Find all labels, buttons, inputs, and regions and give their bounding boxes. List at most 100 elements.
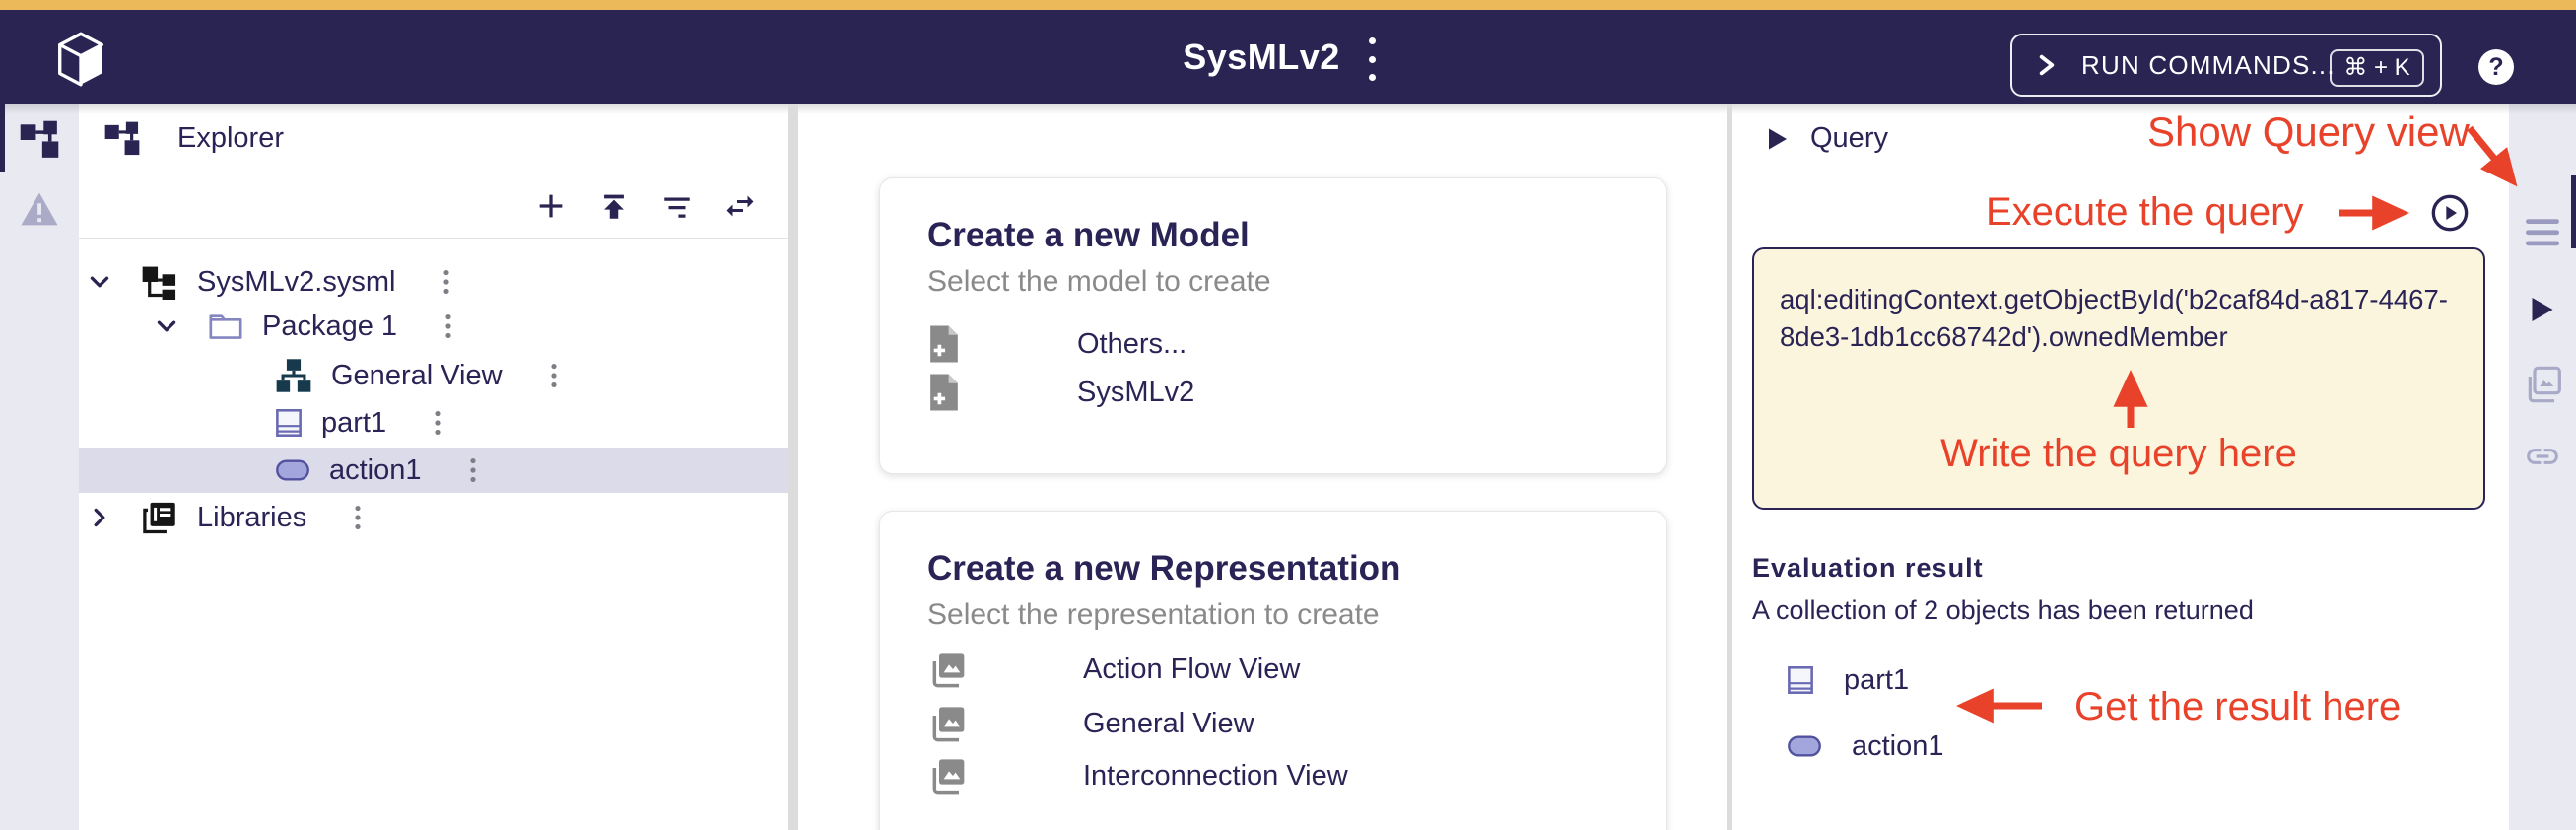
tree-item-label: part1	[321, 407, 386, 440]
model-option-sysmlv2[interactable]: SysMLv2	[927, 368, 1627, 417]
run-commands-button[interactable]: RUN COMMANDS... ⌘ + K	[2010, 34, 2442, 97]
sirius-web-logo[interactable]	[55, 32, 106, 87]
model-option-label: Others...	[1077, 328, 1186, 361]
action-icon	[1788, 735, 1821, 757]
tree-item-kebab-icon[interactable]	[444, 313, 452, 339]
tree-item-label: SysMLv2.sysml	[197, 266, 395, 299]
representation-option-action-flow-view[interactable]: Action Flow View	[927, 645, 1627, 694]
query-panel-title: Query	[1810, 122, 1888, 155]
evaluation-result-label: Evaluation result	[1752, 553, 1984, 584]
representation-icon	[927, 704, 967, 743]
add-button[interactable]	[532, 187, 570, 225]
add-icon	[534, 189, 568, 223]
run-commands-label: RUN COMMANDS...	[2081, 50, 2336, 81]
link-icon	[2524, 438, 2561, 475]
libraries-icon	[142, 501, 177, 534]
left-sidebar-rail	[0, 104, 79, 830]
chevron-right-icon[interactable]	[87, 505, 112, 530]
representation-icon	[927, 756, 967, 795]
chevron-down-icon[interactable]	[154, 313, 179, 339]
explorer-panel: Explorer	[79, 104, 788, 830]
model-option-others[interactable]: Others...	[927, 319, 1627, 369]
card-subtitle: Select the representation to create	[927, 598, 1380, 632]
swap-horizontal-icon	[722, 188, 758, 224]
play-icon	[2531, 296, 2554, 323]
tree-item-label: Package 1	[262, 311, 397, 343]
cube-icon	[55, 32, 106, 87]
tree-row-part1[interactable]: part1	[79, 400, 788, 446]
page-title: SysMLv2	[1163, 10, 1360, 104]
filter-button[interactable]	[658, 187, 696, 225]
explorer-rail-button[interactable]	[0, 120, 79, 160]
details-rail-button[interactable]	[2509, 219, 2576, 246]
synchronize-button[interactable]	[721, 187, 759, 225]
result-item-label: action1	[1852, 730, 1944, 763]
representation-option-interconnection-view[interactable]: Interconnection View	[927, 751, 1627, 800]
tree-item-kebab-icon[interactable]	[354, 505, 362, 530]
upload-button[interactable]	[595, 187, 633, 225]
right-sidebar-rail	[2509, 104, 2576, 830]
representation-option-label: General View	[1083, 708, 1254, 740]
model-option-label: SysMLv2	[1077, 377, 1194, 409]
main-content-panel: Create a new Model Select the model to c…	[798, 104, 1727, 830]
representation-icon	[927, 650, 967, 689]
folder-icon	[209, 311, 242, 341]
diagram-icon	[276, 358, 311, 393]
card-subtitle: Select the model to create	[927, 265, 1271, 299]
tree-row-action1[interactable]: action1	[79, 448, 788, 493]
tree-row-package-1[interactable]: Package 1	[79, 304, 788, 349]
application-window: SysMLv2 RUN COMMANDS... ⌘ + K ?	[0, 0, 2576, 830]
tree-item-kebab-icon[interactable]	[434, 410, 441, 436]
evaluation-result-message: A collection of 2 objects has been retur…	[1752, 595, 2254, 626]
tree-item-label: action1	[329, 454, 422, 487]
upload-icon	[597, 189, 631, 223]
action-icon	[276, 459, 309, 481]
tree-item-kebab-icon[interactable]	[469, 457, 477, 483]
representation-option-general-view[interactable]: General View	[927, 699, 1627, 748]
validation-rail-button[interactable]	[0, 191, 79, 227]
query-view-rail-button[interactable]	[2509, 296, 2576, 323]
chevron-down-icon[interactable]	[87, 269, 112, 295]
annotation-show-query-view: Show Query view	[2147, 108, 2470, 156]
filter-list-icon	[660, 189, 694, 223]
app-header: SysMLv2 RUN COMMANDS... ⌘ + K ?	[0, 10, 2576, 104]
annotation-get-result: Get the result here	[2074, 685, 2401, 729]
tree-item-kebab-icon[interactable]	[550, 363, 558, 388]
result-item-part1[interactable]: part1	[1788, 660, 1909, 700]
create-representation-card: Create a new Representation Select the r…	[879, 511, 1667, 830]
tree-item-label: General View	[331, 360, 503, 392]
annotation-execute-query: Execute the query	[1986, 190, 2303, 235]
explorer-toolbar	[79, 173, 788, 239]
related-elements-rail-button[interactable]	[2509, 438, 2576, 475]
tree-item-label: Libraries	[197, 502, 306, 534]
execute-query-button[interactable]	[2430, 193, 2470, 233]
help-button[interactable]: ?	[2478, 49, 2514, 85]
create-model-card: Create a new Model Select the model to c…	[879, 177, 1667, 474]
play-icon	[1767, 127, 1789, 151]
top-accent-bar	[0, 0, 2576, 10]
card-title: Create a new Representation	[927, 549, 1400, 588]
result-item-label: part1	[1844, 664, 1909, 697]
warning-triangle-icon	[20, 191, 59, 227]
representation-option-label: Action Flow View	[1083, 654, 1300, 686]
tree-row-general-view[interactable]: General View	[79, 353, 788, 398]
tree-row-libraries[interactable]: Libraries	[79, 495, 788, 540]
representations-icon	[2523, 365, 2562, 404]
file-add-icon	[927, 324, 961, 364]
explorer-tree-icon	[104, 121, 140, 157]
part-icon	[1788, 666, 1813, 694]
play-circle-icon	[2430, 193, 2470, 233]
project-menu-kebab-icon[interactable]	[1364, 37, 1380, 81]
representations-rail-button[interactable]	[2509, 365, 2576, 404]
annotation-write-query: Write the query here	[1917, 432, 2321, 476]
result-item-action1[interactable]: action1	[1788, 726, 1944, 766]
tree-row-sysmlv2-sysml[interactable]: SysMLv2.sysml	[79, 259, 788, 305]
explorer-panel-header: Explorer	[79, 104, 788, 173]
panel-resizer-left[interactable]	[788, 104, 798, 830]
model-icon	[142, 264, 177, 300]
part-icon	[276, 409, 302, 437]
file-add-icon	[927, 373, 961, 412]
explorer-title: Explorer	[177, 122, 284, 155]
tree-item-kebab-icon[interactable]	[442, 269, 450, 295]
menu-icon	[2526, 219, 2559, 246]
